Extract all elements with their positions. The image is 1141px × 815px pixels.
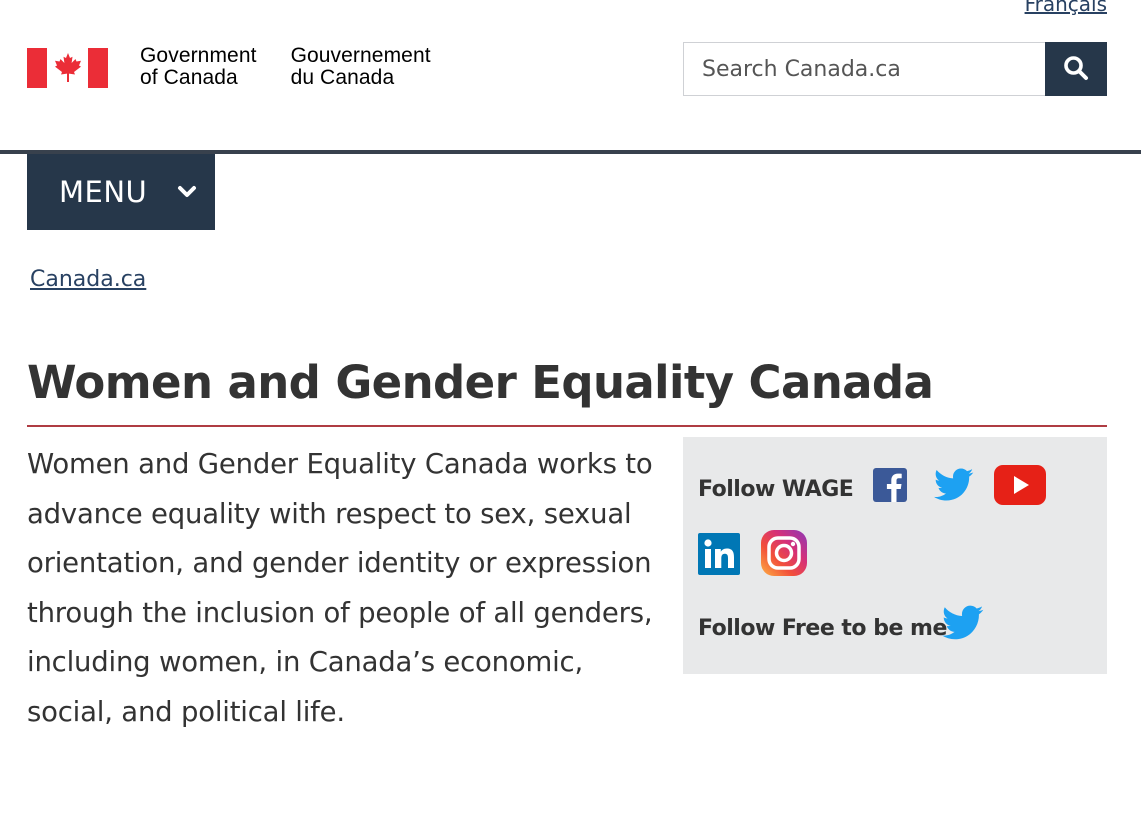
intro-paragraph: Women and Gender Equality Canada works t… bbox=[27, 448, 653, 728]
follow-free-to-be-me-label: Follow Free to be me bbox=[698, 616, 947, 641]
linkedin-icon[interactable] bbox=[698, 533, 740, 579]
twitter-icon[interactable] bbox=[934, 468, 974, 506]
facebook-icon[interactable] bbox=[873, 468, 907, 506]
search-input[interactable] bbox=[683, 42, 1045, 96]
chevron-down-icon bbox=[177, 185, 197, 199]
search-icon bbox=[1063, 55, 1089, 84]
language-toggle-link[interactable]: Français bbox=[1025, 0, 1107, 16]
twitter-icon[interactable] bbox=[942, 605, 984, 645]
breadcrumb: Canada.ca bbox=[30, 267, 146, 292]
instagram-icon[interactable] bbox=[760, 529, 808, 581]
signature-french: Gouvernement du Canada bbox=[291, 45, 431, 89]
breadcrumb-link-canada[interactable]: Canada.ca bbox=[30, 267, 146, 292]
signature-en-line2: of Canada bbox=[140, 66, 238, 89]
title-underline bbox=[27, 425, 1107, 427]
signature-english: Government of Canada bbox=[140, 45, 257, 89]
youtube-icon[interactable] bbox=[994, 465, 1046, 509]
page-title: Women and Gender Equality Canada bbox=[27, 356, 934, 409]
search-button[interactable] bbox=[1045, 42, 1107, 96]
menu-label: MENU bbox=[59, 175, 148, 209]
signature-en-line1: Government bbox=[140, 44, 257, 67]
social-follow-panel: Follow WAGE Follow Free to be me bbox=[683, 437, 1107, 674]
signature-fr-line1: Gouvernement bbox=[290, 44, 431, 67]
signature-fr-line2: du Canada bbox=[290, 66, 395, 89]
canada-flag-icon bbox=[27, 48, 108, 88]
site-search bbox=[683, 42, 1107, 96]
follow-wage-label: Follow WAGE bbox=[698, 477, 854, 502]
menu-button[interactable]: MENU bbox=[27, 154, 215, 230]
government-signature[interactable]: Government of Canada Gouvernement du Can… bbox=[27, 45, 431, 89]
